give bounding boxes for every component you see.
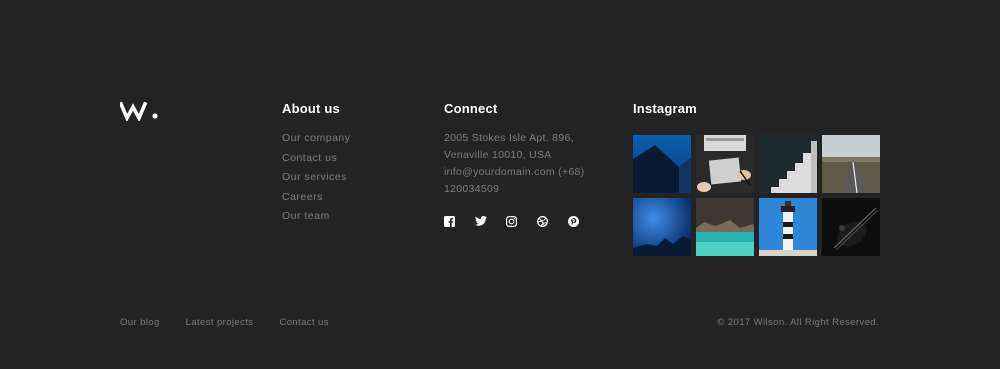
bottom-links: Our blog Latest projects Contact us [120,317,355,329]
bottom-link-our-blog[interactable]: Our blog [120,317,160,329]
about-links: Our company Contact us Our services Care… [282,131,351,229]
footer-link-our-team[interactable]: Our team [282,209,351,229]
instagram-photo-road-landscape[interactable] [822,135,880,193]
instagram-title: Instagram [633,101,697,116]
instagram-photo-lighthouse[interactable] [759,198,817,256]
footer-link-our-services[interactable]: Our services [282,170,351,190]
facebook-link[interactable] [444,216,475,230]
dribbble-link[interactable] [537,216,568,230]
instagram-photo-white-stairs[interactable] [759,135,817,193]
pinterest-icon [568,216,579,227]
instagram-photo-laptop-hands[interactable] [696,135,754,193]
connect-title: Connect [444,101,498,116]
footer-link-our-company[interactable]: Our company [282,131,351,151]
twitter-link[interactable] [475,216,506,230]
brand-logo[interactable] [118,101,160,123]
address-line-1: 2005 Stokes Isle Apt. 896, [444,132,574,144]
pinterest-link[interactable] [568,216,599,230]
twitter-icon [475,216,487,226]
instagram-link[interactable] [506,216,537,230]
instagram-photo-sea-cliff[interactable] [696,198,754,256]
contact-phone: 120034509 [444,183,500,195]
w-logo-icon [118,101,158,123]
footer-link-contact-us[interactable]: Contact us [282,151,351,171]
instagram-photo-blue-building[interactable] [633,135,691,193]
bottom-link-latest-projects[interactable]: Latest projects [186,317,254,329]
address-line-2: Venaville 10010, USA [444,149,552,161]
instagram-column: Instagram [633,101,880,256]
contact-address: 2005 Stokes Isle Apt. 896, Venaville 100… [444,130,599,198]
instagram-photo-dark-guitar[interactable] [822,198,880,256]
connect-column: Connect 2005 Stokes Isle Apt. 896, Venav… [444,101,599,230]
about-column: About us Our company Contact us Our serv… [282,101,351,229]
facebook-icon [444,216,455,227]
footer-link-careers[interactable]: Careers [282,190,351,210]
social-links [444,216,599,230]
instagram-icon [506,216,517,227]
bottom-link-contact-us[interactable]: Contact us [279,317,328,329]
copyright-text: © 2017 Wilson. All Right Reserved. [717,317,879,328]
instagram-photo-blue-night-sky[interactable] [633,198,691,256]
site-footer: About us Our company Contact us Our serv… [0,0,1000,369]
contact-email[interactable]: info@yourdomain.com (+68) [444,164,599,181]
about-title: About us [282,101,340,116]
instagram-grid [633,135,880,256]
dribbble-icon [537,216,548,227]
